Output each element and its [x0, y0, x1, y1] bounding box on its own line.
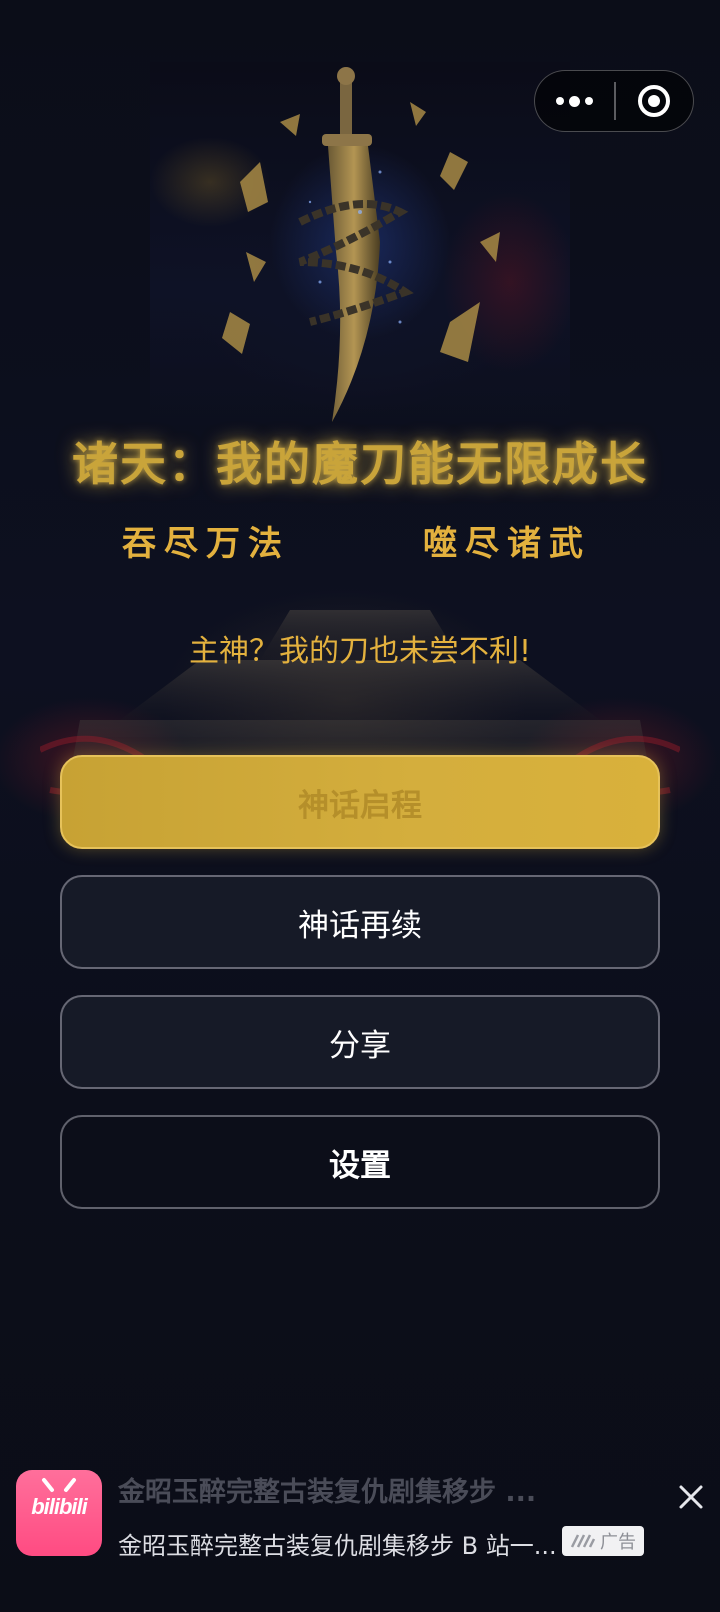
game-subtitle: 主神？我的刀也未尝不利! [188, 634, 532, 669]
bilibili-logo: bilibili [16, 1470, 102, 1556]
ad-description[interactable]: 金昭玉醉完整古装复仇剧集移步 B 站一... [118, 1526, 558, 1561]
share-button[interactable]: 分享 [60, 995, 660, 1089]
start-game-button[interactable]: 神话启程 [60, 755, 660, 849]
settings-button[interactable]: 设置 [60, 1115, 660, 1209]
more-dots-icon[interactable] [535, 71, 614, 131]
ad-title[interactable]: 金昭玉醉完整古装复仇剧集移步 ... [118, 1470, 548, 1509]
bilibili-logo-text: bilibili [31, 1494, 88, 1519]
sword-icon [222, 67, 500, 422]
game-title: 诸天：我的魔刀能无限成长 [72, 437, 648, 491]
ad-network-icon [570, 1534, 596, 1548]
slogan-right: 噬尽诸武 [423, 524, 591, 564]
mini-program-capsule [534, 70, 694, 132]
sword-hero-image [150, 62, 570, 442]
close-icon[interactable] [674, 1480, 708, 1514]
slogan-left: 吞尽万法 [122, 524, 290, 564]
ad-badge: 广告 [562, 1526, 644, 1556]
game-start-screen: 诸天：我的魔刀能无限成长 吞尽万法 噬尽诸武 主神？我的刀也未尝不利! 神话启程… [0, 0, 720, 1612]
mini-program-close-icon[interactable] [616, 71, 694, 131]
ad-banner[interactable]: bilibili 金昭玉醉完整古装复仇剧集移步 ... 金昭玉醉完整古装复仇剧集… [0, 1450, 720, 1612]
continue-game-button[interactable]: 神话再续 [60, 875, 660, 969]
ad-badge-label: 广告 [600, 1532, 636, 1553]
